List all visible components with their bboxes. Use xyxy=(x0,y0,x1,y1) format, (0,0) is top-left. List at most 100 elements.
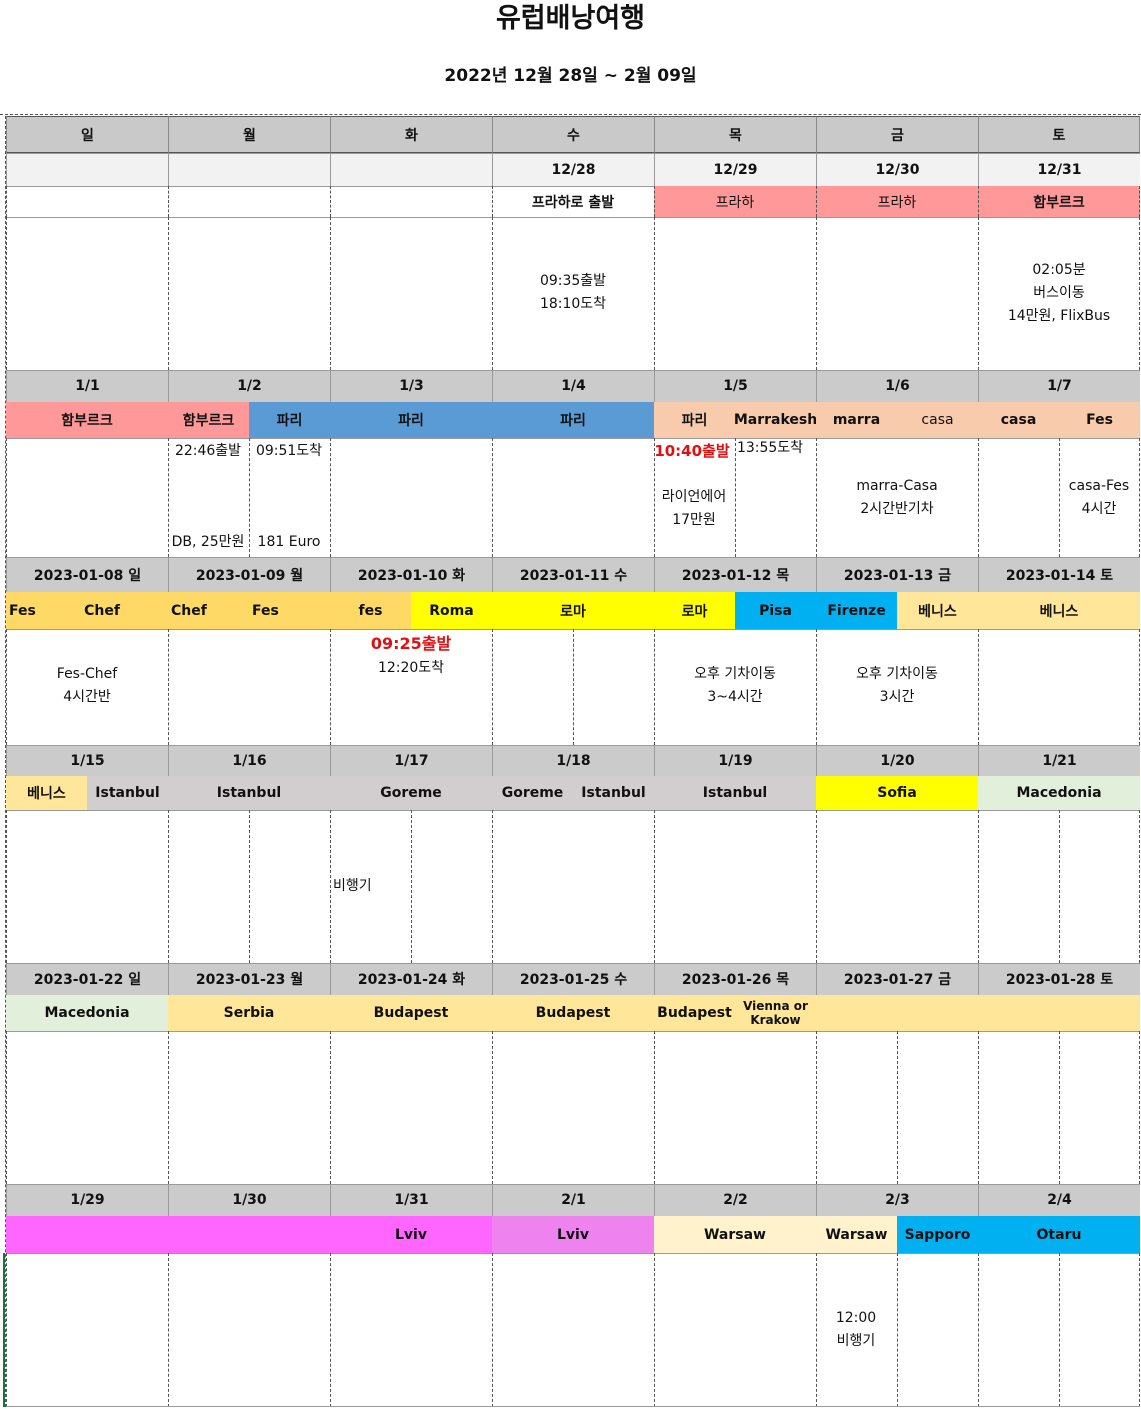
day-divider xyxy=(492,810,493,963)
row-border xyxy=(6,963,1140,964)
date-cell: 1/19 xyxy=(654,745,816,776)
date-range-subtitle: 2022년 12월 28일 ~ 2월 09일 xyxy=(444,66,697,86)
place-label: 파리 xyxy=(330,402,492,438)
date-cell: 2023-01-27 금 xyxy=(816,963,978,995)
date-cell: 1/30 xyxy=(168,1184,330,1216)
place-label: Otaru xyxy=(978,1216,1140,1253)
day-divider xyxy=(654,810,655,963)
day-divider xyxy=(816,810,817,963)
day-divider xyxy=(492,1031,493,1184)
date-cell: 2023-01-22 일 xyxy=(6,963,168,995)
place-label: Fes xyxy=(249,592,330,629)
place-label: 프라하로 출발 xyxy=(531,194,615,211)
page-title: 유럽배낭여행 xyxy=(495,3,646,34)
note-line: 14만원, FlixBus xyxy=(1007,308,1111,324)
note-line: 18:10도착 xyxy=(539,296,607,312)
sub-divider xyxy=(1059,1253,1060,1407)
day-divider xyxy=(168,1253,169,1407)
date-cell: 2023-01-24 화 xyxy=(330,963,492,995)
day-divider xyxy=(1139,629,1140,745)
date-cell: 1/15 xyxy=(6,745,168,776)
day-divider xyxy=(1139,186,1140,217)
date-cell: 1/17 xyxy=(330,745,492,776)
date-cell: 1/4 xyxy=(492,370,654,402)
place-label: Pisa xyxy=(735,592,816,629)
day-divider xyxy=(1139,1031,1140,1184)
note-line: marra-Casa xyxy=(856,478,938,494)
day-divider xyxy=(168,186,169,217)
date-cell: 2023-01-23 월 xyxy=(168,963,330,995)
weekday-header: 월 xyxy=(168,116,330,153)
note-line: 4시간 xyxy=(1081,501,1117,517)
schedule-note: 오후 기차이동 3~4시간 xyxy=(665,663,805,709)
place-label: Krakow xyxy=(735,1013,816,1031)
day-divider xyxy=(6,186,7,217)
place-label: Budapest xyxy=(330,995,492,1031)
place-label: Roma xyxy=(411,592,492,629)
weekday-header: 목 xyxy=(654,116,816,153)
place-label: casa xyxy=(978,402,1059,438)
sub-divider xyxy=(573,629,574,745)
day-divider xyxy=(978,438,979,557)
day-divider xyxy=(168,217,169,370)
place-label: 함부르크 xyxy=(978,186,1140,217)
day-divider xyxy=(330,1031,331,1184)
note-line: 오후 기차이동 xyxy=(694,666,776,682)
day-divider xyxy=(492,438,493,557)
sub-divider xyxy=(1059,810,1060,963)
date-cell xyxy=(330,153,492,186)
place-label: Istanbul xyxy=(168,776,330,810)
date-cell: 2023-01-28 토 xyxy=(978,963,1140,995)
date-cell: 2023-01-13 금 xyxy=(816,557,978,592)
place-label: 파리 xyxy=(654,402,735,438)
note-line: 2시간반기차 xyxy=(860,501,934,517)
place-fill xyxy=(816,995,1140,1031)
place-label: Fes xyxy=(6,592,36,629)
place-label: 베니스 xyxy=(6,776,87,810)
date-cell: 2/2 xyxy=(654,1184,816,1216)
day-divider xyxy=(330,810,331,963)
note-line: 3시간 xyxy=(879,689,915,705)
place-label: Chef xyxy=(168,592,249,629)
day-divider xyxy=(330,629,331,745)
date-cell: 12/29 xyxy=(654,153,816,186)
note-line: 02:05분 xyxy=(1032,262,1086,278)
place-label: Marrakesh xyxy=(735,402,816,438)
date-cell: 12/28 xyxy=(492,153,654,186)
note-line: 비행기 xyxy=(836,1333,876,1349)
title-separator xyxy=(0,114,1141,115)
place-label: 프라하 xyxy=(816,186,978,217)
day-divider xyxy=(654,629,655,745)
note-line: Fes-Chef xyxy=(56,666,118,682)
place-label: Macedonia xyxy=(978,776,1140,810)
day-divider xyxy=(6,1253,7,1407)
note-line: 오후 기차이동 xyxy=(856,666,938,682)
schedule-note: 09:35출발 18:10도착 xyxy=(503,270,643,316)
schedule-note: marra-Casa 2시간반기차 xyxy=(827,475,967,521)
schedule-note: 오후 기차이동 3시간 xyxy=(827,663,967,709)
day-divider xyxy=(492,1253,493,1407)
day-divider xyxy=(654,1031,655,1184)
weekday-header: 수 xyxy=(492,116,654,153)
schedule-note: 09:51도착 xyxy=(255,443,323,459)
place-label: Budapest xyxy=(492,995,654,1031)
sheet-left-border xyxy=(5,116,6,1407)
day-divider xyxy=(816,186,817,217)
place-label: 파리 xyxy=(492,402,654,438)
row-border xyxy=(6,1253,1140,1254)
place-label: Goreme xyxy=(492,776,573,810)
place-label: Budapest xyxy=(654,995,735,1031)
date-cell xyxy=(168,153,330,186)
sub-divider xyxy=(249,810,250,963)
note-line: 4시간반 xyxy=(63,689,111,705)
date-cell: 2023-01-08 일 xyxy=(6,557,168,592)
place-label: Istanbul xyxy=(87,776,168,810)
date-cell: 2023-01-25 수 xyxy=(492,963,654,995)
day-divider xyxy=(816,1031,817,1184)
place-label: Sapporo xyxy=(897,1216,978,1253)
place-label: 베니스 xyxy=(897,592,978,629)
date-cell: 1/1 xyxy=(6,370,168,402)
date-cell: 1/20 xyxy=(816,745,978,776)
place-label: fes xyxy=(330,592,411,629)
note-line: 17만원 xyxy=(672,512,716,528)
